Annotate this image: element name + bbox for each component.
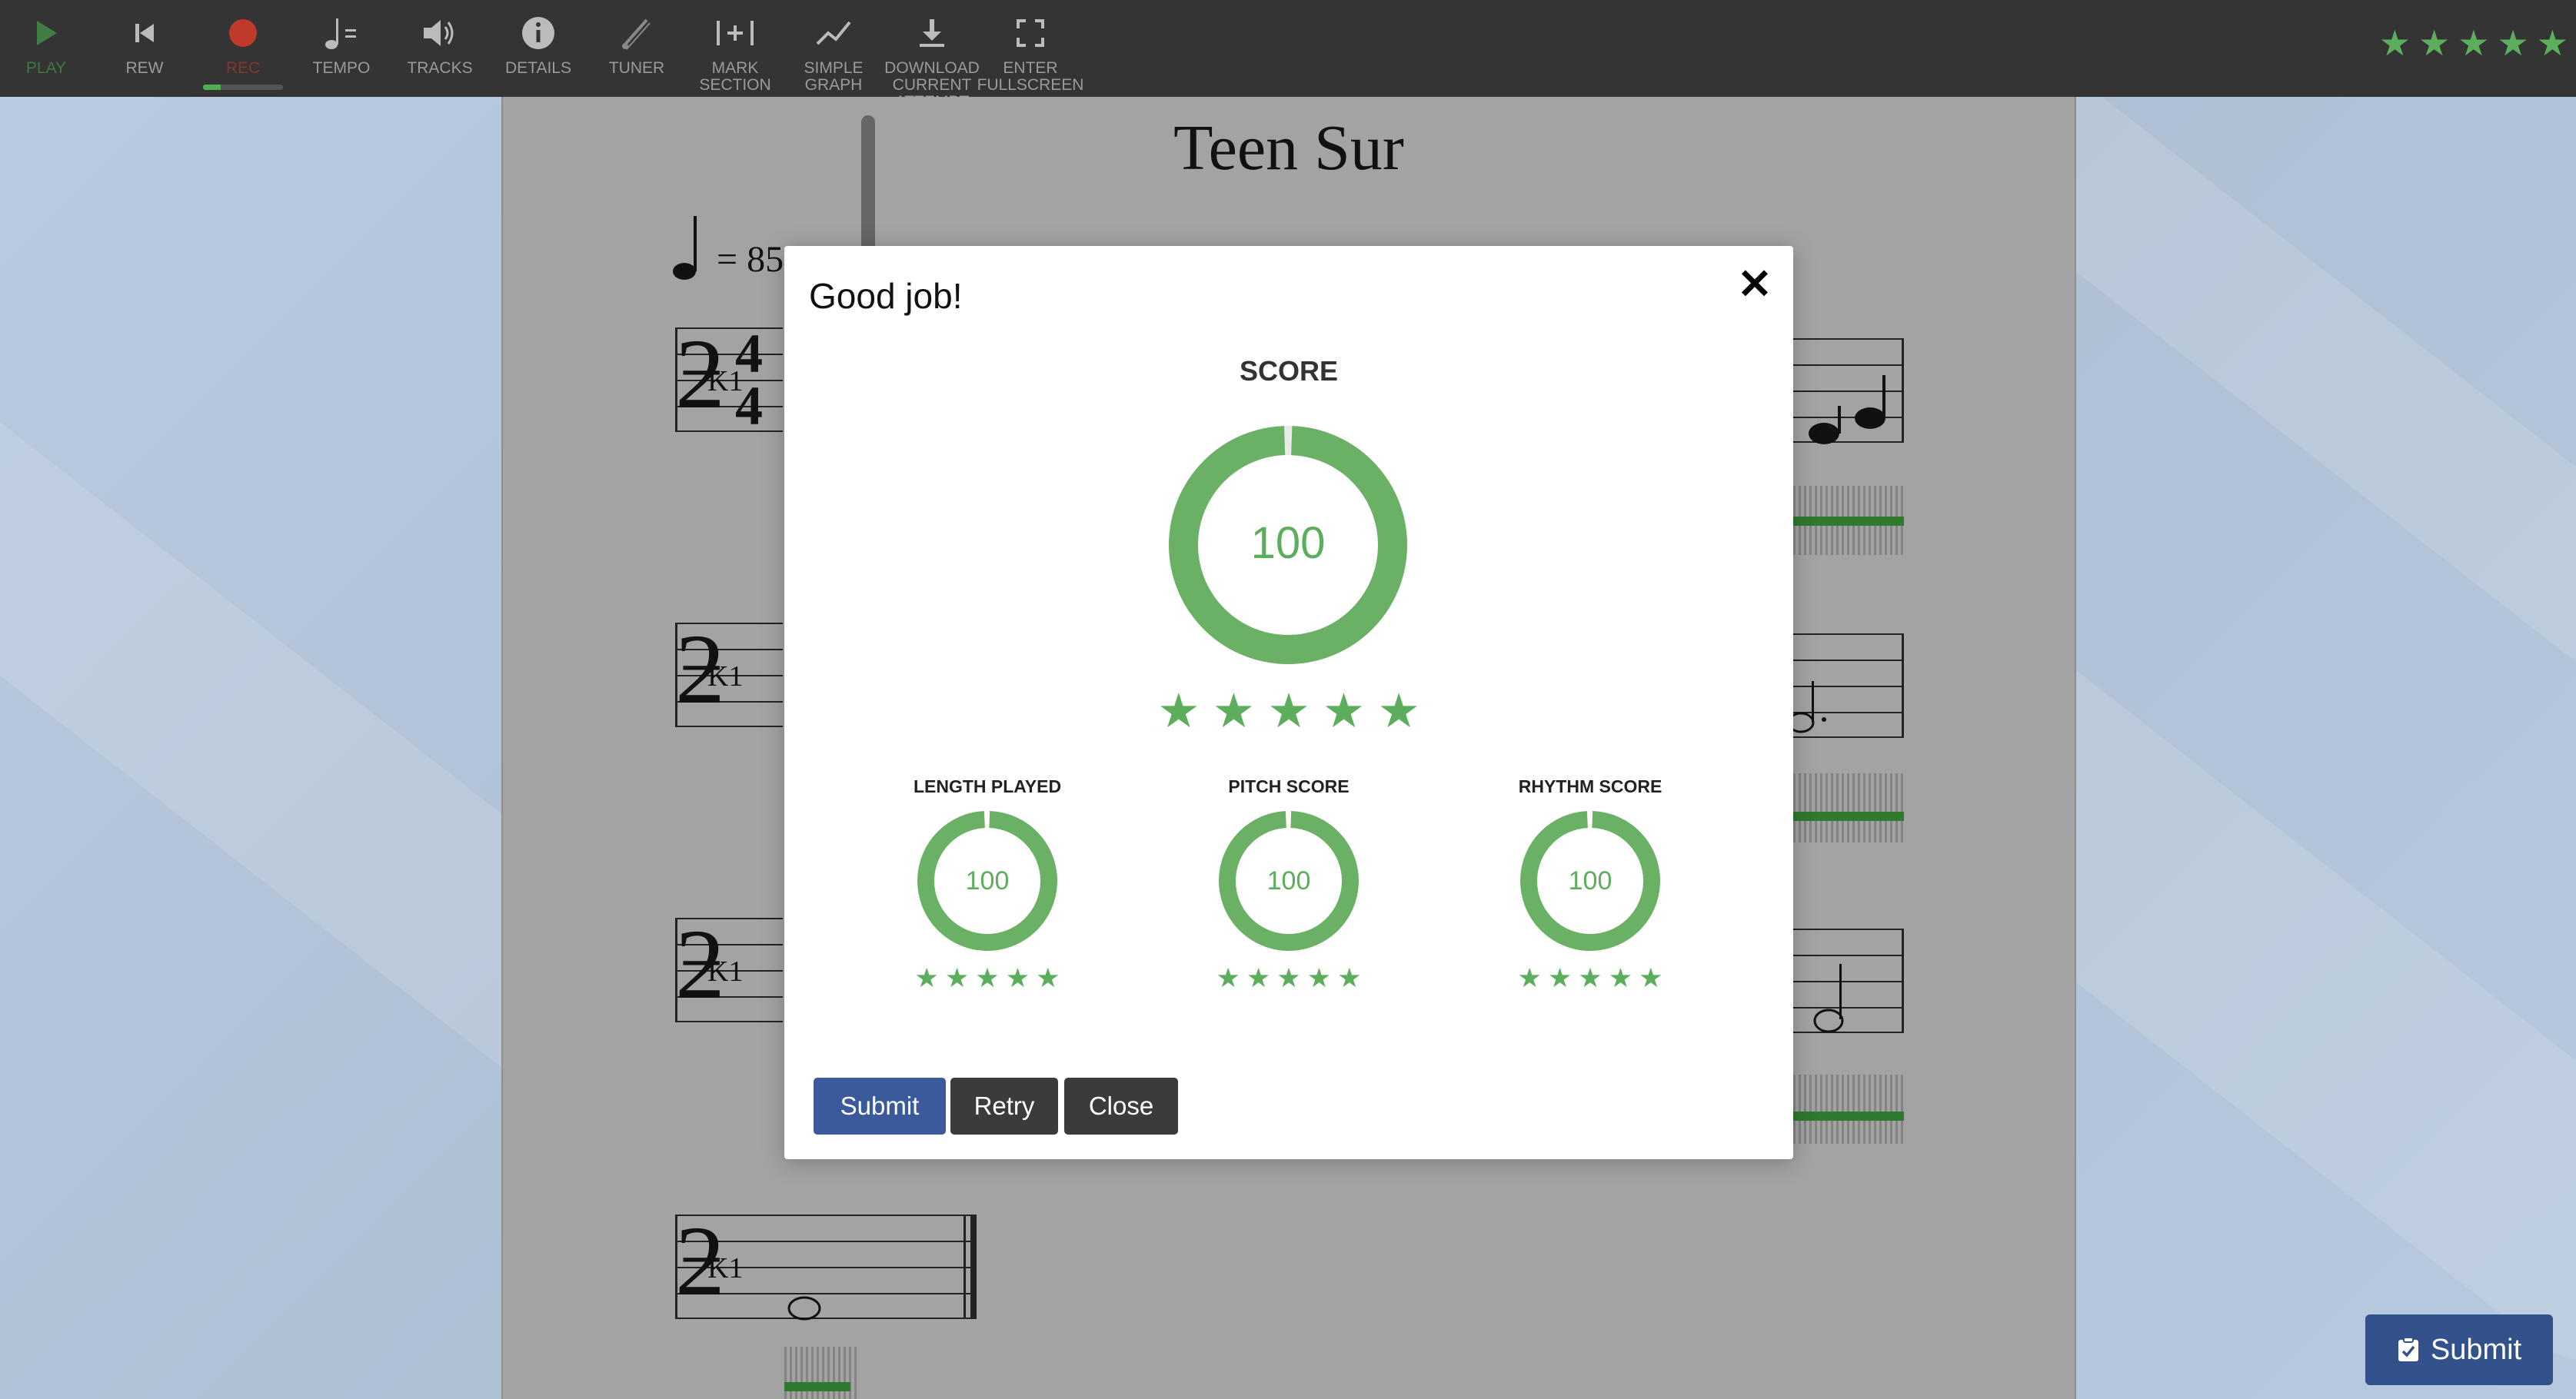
star-icon: ★ <box>1005 963 1030 993</box>
overall-score-ring: 100 <box>1169 426 1407 664</box>
tempo-button[interactable]: TEMPO <box>292 0 391 97</box>
simple-graph-label: SIMPLE GRAPH <box>804 59 864 94</box>
rhythm-score-ring: 100 <box>1520 811 1660 951</box>
submit-button[interactable]: Submit <box>814 1078 946 1135</box>
star-icon: ★ <box>2418 23 2451 63</box>
sub-score-value: 100 <box>1267 866 1311 896</box>
rating-stars: ★ ★ ★ ★ ★ <box>2379 22 2568 65</box>
tuner-label: TUNER <box>608 59 665 77</box>
download-button[interactable]: DOWNLOAD CURRENT ATTEMPT <box>883 0 981 97</box>
star-icon: ★ <box>1212 685 1256 738</box>
sub-score-value: 100 <box>1569 866 1612 896</box>
close-button[interactable]: Close <box>1064 1078 1178 1135</box>
pitch-score: PITCH SCORE 100 ★ ★ ★ ★ ★ <box>1166 776 1412 994</box>
star-icon: ★ <box>944 963 970 993</box>
star-icon: ★ <box>2497 23 2529 63</box>
fullscreen-button[interactable]: ENTER FULLSCREEN <box>977 0 1083 97</box>
sub-score-label: LENGTH PLAYED <box>913 776 1062 796</box>
retry-button[interactable]: Retry <box>950 1078 1058 1135</box>
fullscreen-label: ENTER FULLSCREEN <box>977 59 1084 94</box>
star-icon: ★ <box>1276 963 1301 993</box>
info-icon <box>515 11 561 55</box>
star-icon: ★ <box>2378 23 2411 63</box>
sub-score-label: PITCH SCORE <box>1228 776 1350 796</box>
play-button[interactable]: PLAY <box>0 0 95 97</box>
score-modal: Good job! ✕ SCORE 100 ★ ★ ★ ★ ★ LENGTH PLAYE… <box>784 246 1793 1159</box>
tempo-label: TEMPO <box>312 59 371 77</box>
sub-score-stars: ★ ★ ★ ★ ★ <box>864 963 1110 994</box>
star-icon: ★ <box>1608 963 1633 993</box>
download-icon <box>909 11 955 55</box>
star-icon: ★ <box>1157 685 1200 738</box>
mark-section-button[interactable]: MARK SECTION <box>686 0 784 97</box>
fullscreen-icon <box>1007 11 1053 55</box>
record-button[interactable]: REC <box>194 0 292 97</box>
star-icon: ★ <box>2458 23 2490 63</box>
mark-section-label: MARK SECTION <box>699 59 771 94</box>
length-played-score: LENGTH PLAYED 100 ★ ★ ★ ★ ★ <box>864 776 1110 994</box>
rewind-button[interactable]: REW <box>95 0 194 97</box>
download-label: DOWNLOAD CURRENT ATTEMPT <box>884 59 980 97</box>
star-icon: ★ <box>2536 23 2568 63</box>
floating-submit-label: Submit <box>2430 1333 2522 1366</box>
tracks-label: TRACKS <box>407 59 473 77</box>
score-heading: SCORE <box>1239 355 1339 387</box>
star-icon: ★ <box>1337 963 1362 993</box>
play-label: PLAY <box>25 59 67 77</box>
sub-score-stars: ★ ★ ★ ★ ★ <box>1467 963 1713 994</box>
simple-graph-button[interactable]: SIMPLE GRAPH <box>784 0 883 97</box>
star-icon: ★ <box>1547 963 1573 993</box>
overall-score-value: 100 <box>1251 518 1326 568</box>
record-label: REC <box>225 59 261 77</box>
star-icon: ★ <box>1377 685 1420 738</box>
star-icon: ★ <box>1306 963 1332 993</box>
star-icon: ★ <box>1578 963 1603 993</box>
graph-icon <box>810 11 857 55</box>
star-icon: ★ <box>975 963 1000 993</box>
play-icon <box>23 11 69 55</box>
star-icon: ★ <box>1517 963 1542 993</box>
length-played-ring: 100 <box>917 811 1057 951</box>
mark-section-icon <box>712 11 758 55</box>
star-icon: ★ <box>1036 963 1060 993</box>
tempo-icon <box>318 11 364 55</box>
star-icon: ★ <box>914 963 939 993</box>
record-progress-bar <box>203 85 283 90</box>
star-icon: ★ <box>1322 685 1366 738</box>
tuner-icon <box>614 11 660 55</box>
star-icon: ★ <box>1216 963 1240 993</box>
close-icon[interactable]: ✕ <box>1733 263 1776 306</box>
details-label: DETAILS <box>505 59 571 77</box>
tuner-button[interactable]: TUNER <box>587 0 686 97</box>
star-icon: ★ <box>1246 963 1271 993</box>
record-icon <box>220 11 266 55</box>
pitch-score-ring: 100 <box>1219 811 1359 951</box>
overall-stars: ★ ★ ★ ★ ★ <box>784 683 1793 739</box>
sub-score-stars: ★ ★ ★ ★ ★ <box>1166 963 1412 994</box>
star-icon: ★ <box>1639 963 1663 993</box>
details-button[interactable]: DETAILS <box>489 0 587 97</box>
floating-submit-button[interactable]: Submit <box>2365 1314 2553 1385</box>
sub-score-value: 100 <box>966 866 1010 896</box>
toolbar: PLAY REW REC TEMPO TRACKS DETAILS TUNER … <box>0 0 2576 97</box>
speaker-icon <box>417 11 463 55</box>
rewind-label: REW <box>125 59 164 77</box>
rhythm-score: RHYTHM SCORE 100 ★ ★ ★ ★ ★ <box>1467 776 1713 994</box>
tracks-button[interactable]: TRACKS <box>391 0 489 97</box>
clipboard-check-icon <box>2398 1337 2418 1361</box>
star-icon: ★ <box>1267 685 1310 738</box>
sub-score-label: RHYTHM SCORE <box>1518 776 1662 796</box>
modal-title: Good job! <box>809 276 963 316</box>
rewind-icon <box>121 11 168 55</box>
